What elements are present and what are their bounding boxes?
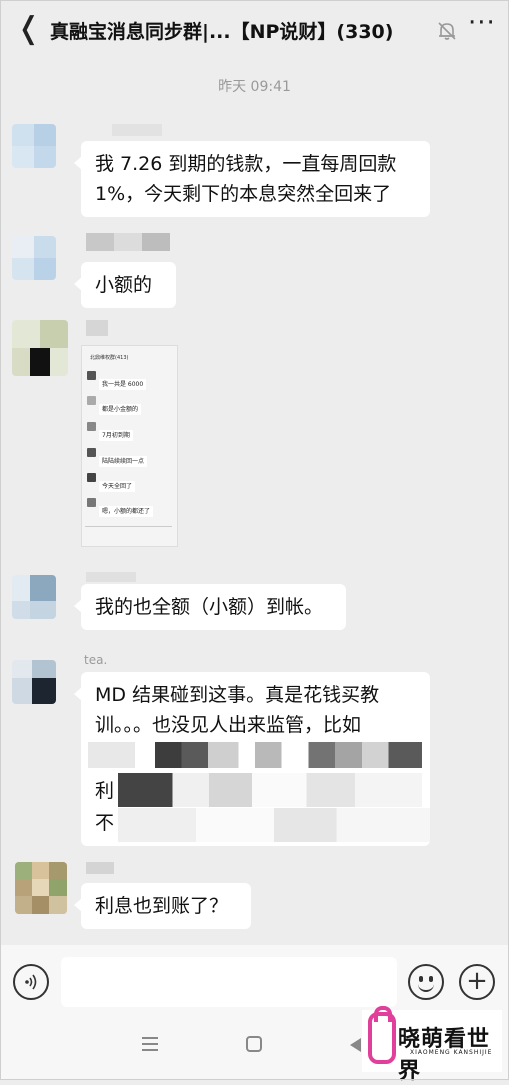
message-bubble[interactable]: 我的也全额（小额）到帐。: [74, 584, 346, 630]
image-chat-title: 北鼎维权群(413): [90, 355, 129, 361]
partial-char: 不: [95, 812, 115, 834]
avatar: [87, 473, 96, 482]
emoji-icon[interactable]: [408, 964, 444, 1000]
redacted-text-block: [118, 773, 422, 807]
screenshot-image-message[interactable]: 北鼎维权群(413) 我一共是 6000 都是小金额的 7月初到期 陆陆续续回一…: [81, 345, 178, 547]
avatar: [87, 422, 96, 431]
sender-name-blurred: [86, 233, 114, 251]
avatar[interactable]: [12, 124, 56, 168]
image-chat-line: 我一共是 6000: [99, 379, 147, 390]
watermark-mark-icon: [368, 1006, 396, 1064]
voice-icon[interactable]: [13, 964, 49, 1000]
sender-name-blurred: [142, 233, 170, 251]
image-chat-line: 都是小金额的: [99, 404, 142, 415]
avatar[interactable]: [12, 575, 56, 619]
sender-name-blurred: [86, 572, 136, 582]
redacted-text-block: [88, 742, 422, 768]
home-icon[interactable]: [246, 1036, 262, 1052]
message-bubble[interactable]: 我 7.26 到期的钱款，一直每周回款 1%，今天剩下的本息突然全回来了: [74, 141, 430, 217]
title-bar: ❬ 真融宝消息同步群|...【NP说财】(330) ···: [0, 0, 509, 62]
message-timestamp: 昨天 09:41: [218, 79, 291, 95]
sender-name-blurred: [86, 862, 114, 874]
partial-char: 利: [95, 780, 115, 802]
plus-icon[interactable]: +: [459, 964, 495, 1000]
avatar[interactable]: [12, 660, 56, 704]
avatar: [87, 448, 96, 457]
nav-back-icon[interactable]: [350, 1038, 361, 1052]
image-chat-line: 嗯，小额的都还了: [99, 506, 154, 517]
message-bubble[interactable]: 小额的: [74, 262, 176, 308]
image-input-divider: [85, 526, 172, 527]
sender-name-blurred: [114, 233, 142, 251]
sender-name-blurred: [86, 320, 108, 336]
message-input[interactable]: [61, 957, 397, 1007]
chat-title: 真融宝消息同步群|...【NP说财】(330): [50, 21, 394, 43]
message-bubble[interactable]: 利息也到账了？: [74, 883, 251, 929]
avatar[interactable]: [12, 236, 56, 280]
avatar: [87, 371, 96, 380]
watermark-subtext: XIAOMENG KANSHIJIE: [410, 1049, 493, 1056]
sender-name: tea.: [84, 653, 108, 667]
image-chat-line: 7月初到期: [99, 430, 133, 441]
recent-apps-icon[interactable]: [142, 1037, 158, 1051]
avatar[interactable]: [12, 320, 68, 376]
mute-bell-icon: [438, 22, 456, 40]
avatar: [87, 396, 96, 405]
image-chat-line: 陆陆续续回一点: [99, 456, 148, 467]
redacted-text-block: [118, 808, 430, 842]
back-icon[interactable]: ❬: [16, 14, 41, 44]
message-text: MD 结果碰到这事。真是花钱买教训。。。也没见人出来监管，比如: [95, 684, 380, 736]
more-icon[interactable]: ···: [468, 8, 496, 38]
sender-name-blurred: [112, 124, 162, 136]
avatar: [87, 498, 96, 507]
image-chat-line: 今天全回了: [99, 481, 136, 492]
avatar[interactable]: [15, 862, 67, 914]
